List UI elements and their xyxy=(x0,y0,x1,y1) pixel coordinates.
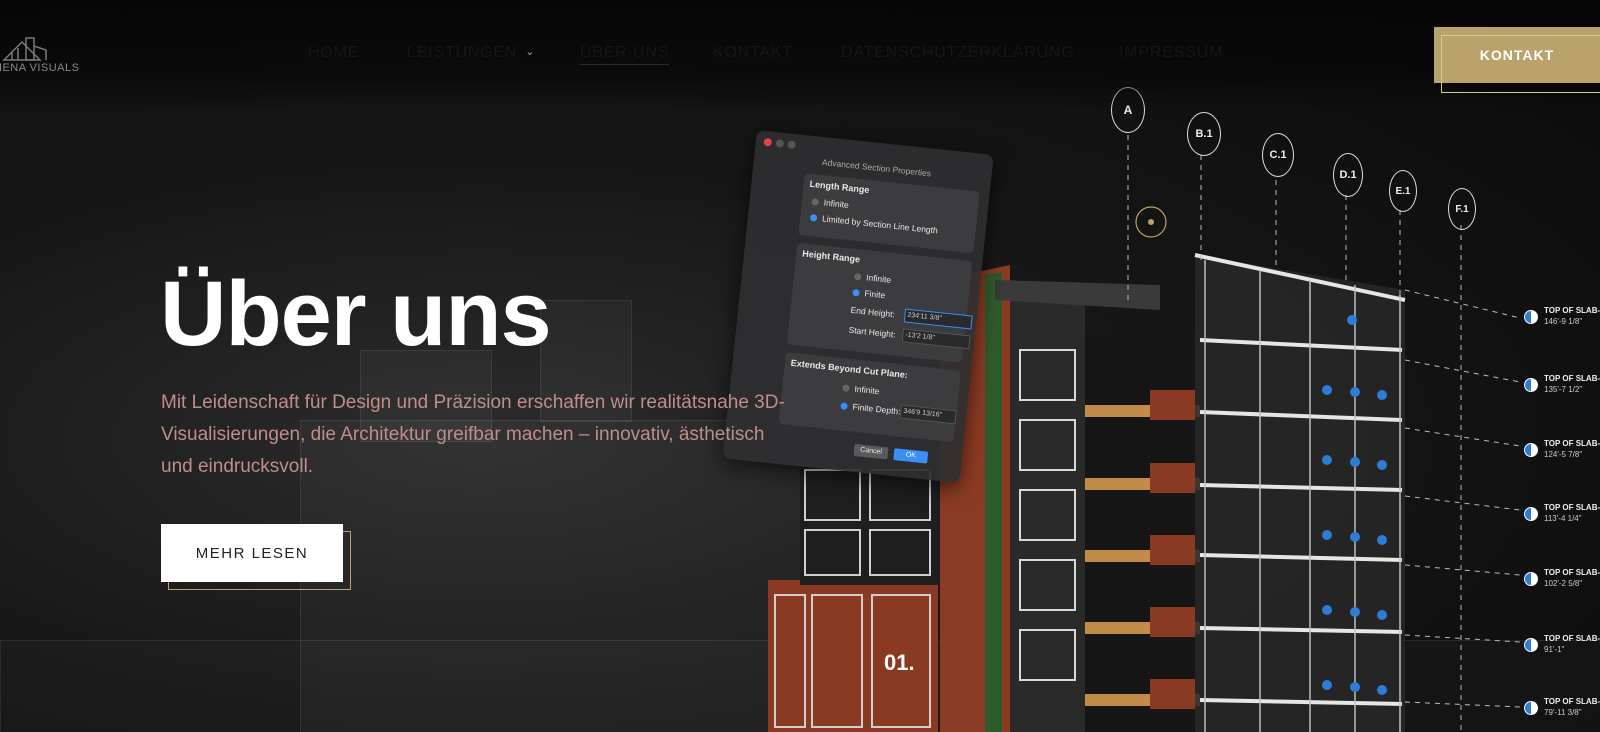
nav-item-ueber-uns[interactable]: ÜBER UNS xyxy=(580,44,670,65)
level-name: TOP OF SLAB-10 xyxy=(1544,568,1600,577)
logo-text: HENA VISUALS xyxy=(0,62,80,74)
nav-item-impressum[interactable]: IMPRESSUM xyxy=(1119,44,1223,62)
site-header: HENA VISUALS HOME LEISTUNGEN ⌄ ÜBER UNS K… xyxy=(0,0,1600,110)
level-value: 91'-1" xyxy=(1544,645,1565,654)
finite-depth-field: 346'9 13/16" xyxy=(899,404,957,425)
length-option-infinite: Infinite xyxy=(811,196,849,210)
chevron-down-icon: ⌄ xyxy=(525,46,536,58)
level-name: TOP OF SLAB-13 xyxy=(1544,374,1600,383)
extends-option-infinite: Infinite xyxy=(842,382,880,396)
hero-subtitle: Mit Leidenschaft für Design und Präzisio… xyxy=(161,392,785,477)
window-zoom-dot xyxy=(787,140,797,150)
radio-selected-icon xyxy=(852,288,860,297)
radio-icon xyxy=(811,198,820,206)
grid-label-b1: B.1 xyxy=(1187,112,1221,156)
level-target-icon xyxy=(1524,310,1538,324)
kontakt-cta-button[interactable]: KONTAKT xyxy=(1434,27,1600,83)
level-value: 146'-9 1/8" xyxy=(1544,317,1583,326)
level-target-icon xyxy=(1524,572,1538,586)
nav-item-datenschutz[interactable]: DATENSCHUTZERKLÄRUNG xyxy=(841,44,1075,62)
start-height-label: Start Height: xyxy=(848,324,897,340)
length-option-limited: Limited by Section Line Length xyxy=(809,212,938,235)
end-height-label: End Height: xyxy=(850,304,896,320)
radio-selected-icon xyxy=(840,402,848,410)
height-option-finite: Finite xyxy=(852,287,886,300)
radio-icon xyxy=(853,272,862,281)
level-value: 79'-11 3/8" xyxy=(1544,708,1582,717)
level-target-icon xyxy=(1524,507,1538,521)
extends-group: Extends Beyond Cut Plane: Infinite Finit… xyxy=(778,352,961,443)
radio-selected-icon xyxy=(809,214,818,222)
grid-label-d1: D.1 xyxy=(1333,153,1363,197)
height-range-group: Height Range Infinite Finite End Height:… xyxy=(786,242,973,363)
grid-label-c1: C.1 xyxy=(1262,133,1294,177)
level-name: TOP OF SLAB-9 xyxy=(1544,634,1600,643)
level-name: TOP OF SLAB-11 xyxy=(1544,503,1600,512)
level-target-icon xyxy=(1524,701,1538,715)
level-name: TOP OF SLAB-8 xyxy=(1544,697,1600,706)
nav-item-kontakt[interactable]: KONTAKT xyxy=(713,44,793,62)
level-value: 102'-2 5/8" xyxy=(1544,579,1583,588)
level-target-icon xyxy=(1524,443,1538,457)
nav-item-leistungen[interactable]: LEISTUNGEN ⌄ xyxy=(407,44,535,62)
height-range-header: Height Range xyxy=(801,248,861,265)
length-range-group: Length Range Infinite Limited by Section… xyxy=(798,173,980,254)
radio-icon xyxy=(842,384,850,393)
page-title: Über uns xyxy=(160,263,552,365)
level-value: 135'-7 1/2" xyxy=(1544,385,1583,394)
grid-label-f1: F.1 xyxy=(1448,188,1476,230)
dialog-cancel-button: Cancel xyxy=(853,443,889,460)
nav-item-home[interactable]: HOME xyxy=(308,44,359,62)
dialog-ok-button: OK xyxy=(893,448,929,464)
level-target-icon xyxy=(1524,638,1538,652)
level-target-icon xyxy=(1524,378,1538,392)
start-height-field: -13'2 1/8" xyxy=(901,328,971,350)
dialog-title: Advanced Section Properties xyxy=(821,156,932,179)
grid-label-e1: E.1 xyxy=(1389,170,1417,212)
window-minimize-dot xyxy=(775,139,785,148)
level-name: TOP OF SLAB-12 xyxy=(1544,439,1600,448)
height-option-infinite: Infinite xyxy=(853,271,892,285)
extends-header: Extends Beyond Cut Plane: xyxy=(790,357,909,381)
window-close-dot xyxy=(763,137,773,147)
extends-option-finite-depth: Finite Depth: xyxy=(840,400,901,417)
level-value: 124'-5 7/8" xyxy=(1544,450,1583,459)
level-name: TOP OF SLAB-14 xyxy=(1544,306,1600,315)
slide-counter: 01. xyxy=(884,650,915,675)
nav-item-label: LEISTUNGEN xyxy=(407,44,518,61)
level-value: 113'-4 1/4" xyxy=(1544,514,1582,523)
length-range-header: Length Range xyxy=(809,178,870,196)
end-height-field: 234'11 3/8" xyxy=(903,308,973,330)
mehr-lesen-button[interactable]: MEHR LESEN xyxy=(161,524,343,582)
